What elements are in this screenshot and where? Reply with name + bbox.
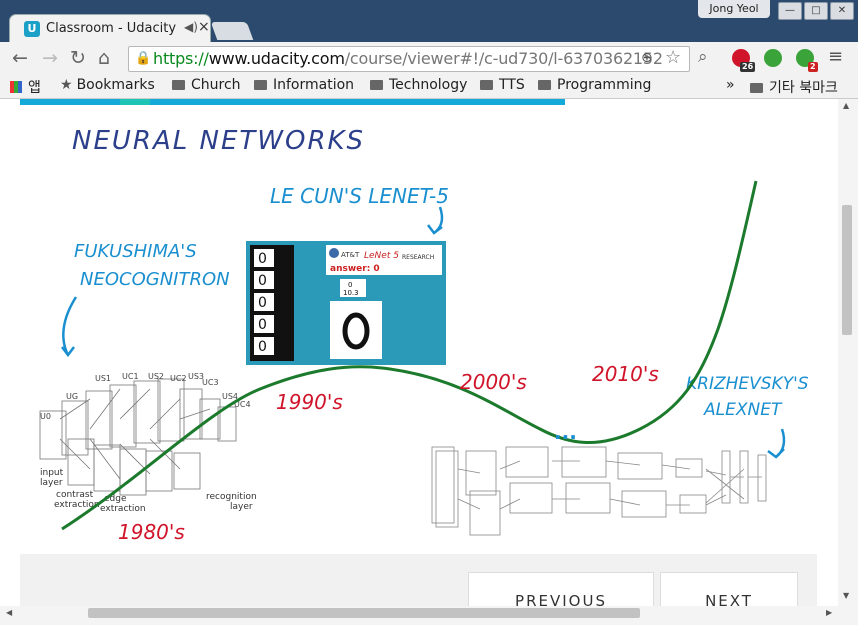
svg-text:U0: U0: [40, 412, 51, 421]
krizhevsky-arrow-head: [767, 448, 785, 459]
svg-text:0: 0: [258, 339, 267, 355]
svg-text:UC3: UC3: [202, 378, 219, 387]
extension-badge: 26: [740, 62, 756, 72]
bookmark-item-bookmarks[interactable]: ★ Bookmarks: [60, 77, 155, 93]
folder-icon: [538, 80, 551, 90]
att-logo-icon: [329, 248, 339, 258]
svg-text:10.3: 10.3: [343, 289, 359, 297]
window-titlebar: U Classroom - Udacity ◀) × Jong Yeol — □…: [0, 0, 858, 43]
svg-text:0: 0: [348, 281, 352, 289]
era-label-2000s: 2000's: [460, 370, 527, 394]
svg-text:extraction: extraction: [100, 504, 146, 514]
svg-text:0: 0: [258, 295, 267, 311]
fukushima-arrow-head: [61, 346, 75, 358]
svg-text:RESEARCH: RESEARCH: [402, 254, 434, 261]
home-icon[interactable]: ⌂: [98, 47, 110, 69]
apps-icon: [10, 81, 22, 93]
svg-text:UC1: UC1: [122, 372, 139, 381]
svg-text:UG: UG: [66, 392, 78, 401]
extension-green-icon[interactable]: [764, 49, 782, 67]
page-content: NEURAL NETWORKS LE CUN'S LENET-5 FUKUSHI…: [0, 99, 838, 606]
scroll-right-icon[interactable]: ▶: [826, 608, 832, 617]
new-tab-button[interactable]: [210, 22, 254, 40]
lenet-image: 0 0 0 0 0 AT&T LeNet 5 RESEARCH answer: …: [246, 241, 446, 365]
bookmark-item-church[interactable]: Church: [172, 77, 241, 93]
vertical-scrollbar[interactable]: ▲ ▼: [838, 99, 858, 606]
reload-icon[interactable]: ↻: [70, 47, 86, 69]
horizontal-scroll-thumb[interactable]: [88, 608, 640, 618]
lecture-drawing: NEURAL NETWORKS LE CUN'S LENET-5 FUKUSHI…: [39, 126, 809, 544]
browser-toolbar: ← → ↻ ⌂ 🔒 https://www.udacity.com/course…: [0, 42, 858, 74]
svg-text:AT&T: AT&T: [341, 251, 360, 259]
svg-text:recognition: recognition: [206, 492, 257, 502]
scroll-down-icon[interactable]: ▼: [843, 591, 849, 600]
svg-text:contrast: contrast: [56, 490, 94, 500]
vertical-scroll-thumb[interactable]: [842, 205, 852, 335]
bookmark-item-tts[interactable]: TTS: [480, 77, 525, 93]
fukushima-label-1: FUKUSHIMA'S: [74, 241, 197, 262]
lock-icon: 🔒: [135, 51, 152, 66]
apps-button[interactable]: 앱: [10, 77, 41, 97]
era-label-2010s: 2010's: [592, 362, 659, 386]
tab-title: Classroom - Udacity: [46, 21, 176, 36]
svg-text:LeNet 5: LeNet 5: [364, 251, 399, 261]
svg-text:0: 0: [258, 273, 267, 289]
fukushima-label-2: NEOCOGNITRON: [80, 269, 230, 290]
era-label-1990s: 1990's: [276, 390, 343, 414]
svg-text:layer: layer: [230, 502, 253, 512]
folder-icon: [172, 80, 185, 90]
back-icon[interactable]: ←: [12, 47, 28, 69]
bookmarks-overflow-button[interactable]: »: [726, 77, 735, 93]
svg-text:US2: US2: [148, 372, 164, 381]
address-bar[interactable]: 🔒 https://www.udacity.com/course/viewer#…: [128, 46, 690, 72]
bookmark-item-technology[interactable]: Technology: [370, 77, 467, 93]
menu-icon[interactable]: ≡: [828, 46, 843, 67]
minimize-button[interactable]: —: [778, 2, 802, 20]
bookmark-item-programming[interactable]: Programming: [538, 77, 651, 93]
star-icon: ★: [60, 77, 73, 93]
svg-text:input: input: [40, 468, 64, 478]
era-label-1980s: 1980's: [118, 520, 185, 544]
speaker-icon[interactable]: ◀): [184, 20, 198, 34]
svg-text:layer: layer: [40, 478, 63, 488]
next-button[interactable]: NEXT: [660, 572, 798, 606]
horizontal-scrollbar[interactable]: ◀ ▶: [0, 606, 858, 625]
zoom-icon[interactable]: ⊕: [641, 50, 653, 66]
forward-icon[interactable]: →: [42, 47, 58, 69]
scroll-left-icon[interactable]: ◀: [6, 608, 12, 617]
bookmark-item-information[interactable]: Information: [254, 77, 354, 93]
krizhevsky-label-1: KRIZHEVSKY'S: [686, 374, 809, 394]
other-bookmarks[interactable]: 기타 북마크: [750, 77, 838, 97]
profile-button[interactable]: Jong Yeol: [698, 0, 770, 18]
svg-text:0: 0: [258, 251, 267, 267]
svg-text:UC2: UC2: [170, 374, 187, 383]
svg-text:0: 0: [258, 317, 267, 333]
bookmark-star-icon[interactable]: ☆: [665, 47, 681, 68]
bookmarks-bar: 앱 ★ Bookmarks Church Information Technolo…: [0, 74, 858, 99]
alexnet-diagram: [431, 446, 767, 536]
tab-close-button[interactable]: ×: [198, 19, 210, 35]
scroll-up-icon[interactable]: ▲: [843, 101, 849, 110]
extension-badge-2: 2: [808, 62, 818, 72]
previous-button[interactable]: PREVIOUS: [468, 572, 654, 606]
search-icon[interactable]: ⌕: [698, 47, 708, 67]
url-text[interactable]: https://www.udacity.com/course/viewer#!/…: [153, 49, 663, 68]
udacity-favicon-icon: U: [24, 21, 40, 37]
folder-icon: [370, 80, 383, 90]
svg-text:US1: US1: [95, 374, 111, 383]
folder-icon: [480, 80, 493, 90]
browser-tab[interactable]: U Classroom - Udacity ◀) ×: [10, 15, 210, 43]
maximize-button[interactable]: □: [804, 2, 828, 20]
svg-text:answer: 0: answer: 0: [330, 264, 380, 274]
folder-icon: [254, 80, 267, 90]
folder-icon: [750, 83, 763, 93]
drawing-title: NEURAL NETWORKS: [72, 126, 365, 156]
krizhevsky-label-2: ALEXNET: [703, 400, 783, 420]
fukushima-arrow: [62, 296, 78, 356]
lecun-label: LE CUN'S LENET-5: [270, 184, 449, 208]
ellipsis-dots: ...: [554, 420, 577, 444]
window-close-button[interactable]: ✕: [830, 2, 854, 20]
